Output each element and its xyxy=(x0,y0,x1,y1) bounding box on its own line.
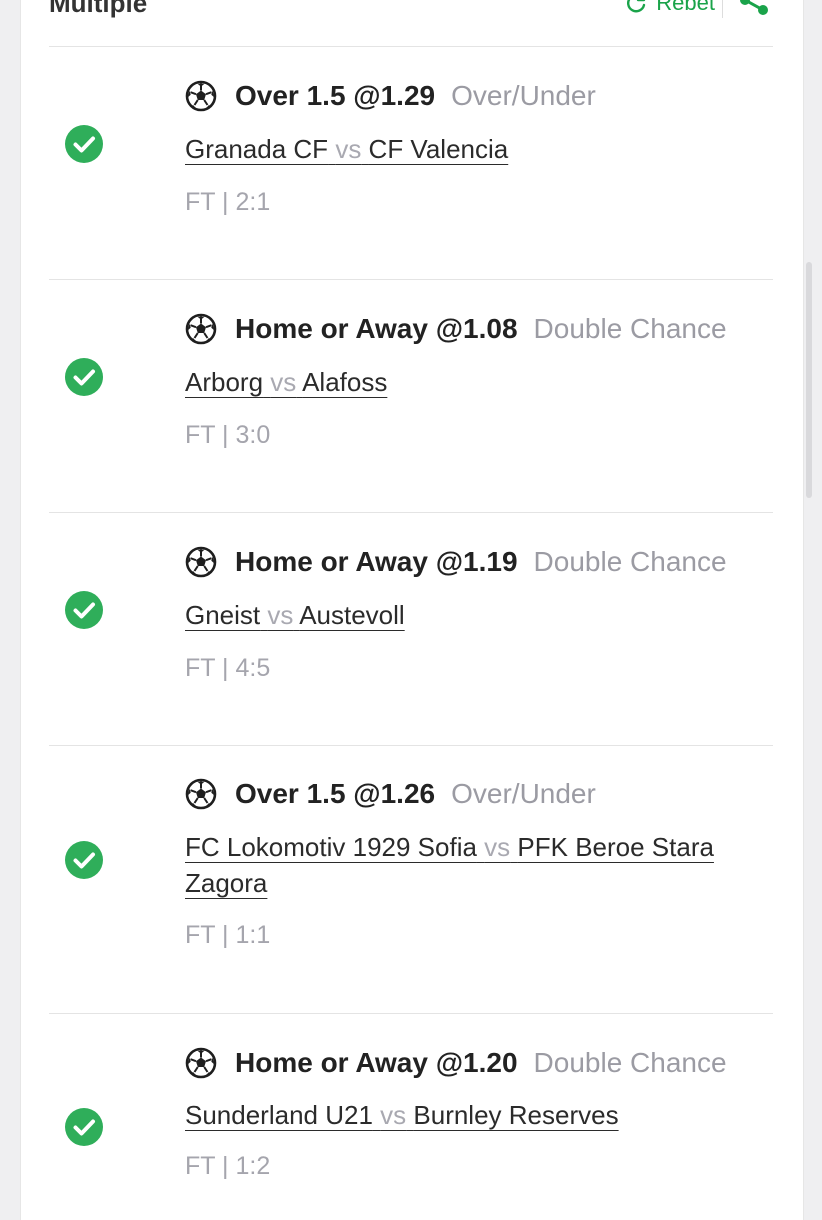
home-team: Arborg xyxy=(185,367,264,397)
bet-item: Over 1.5 @1.29 Over/Under Granada CF vs … xyxy=(49,46,773,280)
check-icon xyxy=(65,358,103,396)
market-type: Double Chance xyxy=(533,546,727,577)
bet-selection-line: Over 1.5 @1.26 Over/Under xyxy=(185,774,596,814)
match-link[interactable]: Arborg vs Alafoss xyxy=(185,364,745,400)
match-result: FT | 1:2 xyxy=(185,1152,271,1180)
match-link[interactable]: Granada CF vs CF Valencia xyxy=(185,131,745,167)
bet-slip-header: Multiple Rebet xyxy=(49,0,773,47)
market-type: Over/Under xyxy=(451,80,596,111)
away-team: Austevoll xyxy=(299,600,405,630)
rebet-label: Rebet xyxy=(656,0,715,15)
match-result: FT | 3:0 xyxy=(185,421,271,449)
match-link[interactable]: FC Lokomotiv 1929 Sofia vs PFK Beroe Sta… xyxy=(185,829,745,901)
share-button[interactable] xyxy=(737,0,771,20)
match-result: FT | 4:5 xyxy=(185,654,271,682)
home-team: Sunderland U21 xyxy=(185,1100,373,1130)
vs-separator: vs xyxy=(270,367,297,397)
soccer-ball-icon xyxy=(185,546,217,578)
bet-selection-line: Home or Away @1.20 Double Chance xyxy=(185,1043,727,1083)
check-icon xyxy=(65,1108,103,1146)
header-divider xyxy=(722,0,723,18)
bet-selection-line: Over 1.5 @1.29 Over/Under xyxy=(185,76,596,116)
bet-item: Over 1.5 @1.26 Over/Under FC Lokomotiv 1… xyxy=(49,746,773,1014)
market-type: Over/Under xyxy=(451,778,596,809)
home-team: FC Lokomotiv 1929 Sofia xyxy=(185,832,477,862)
check-icon xyxy=(65,841,103,879)
refresh-icon xyxy=(627,0,646,13)
match-link[interactable]: Sunderland U21 vs Burnley Reserves xyxy=(185,1097,745,1133)
rebet-button[interactable]: Rebet xyxy=(624,0,715,16)
market-type: Double Chance xyxy=(533,313,727,344)
vs-separator: vs xyxy=(267,600,294,630)
vs-separator: vs xyxy=(380,1100,407,1130)
check-icon xyxy=(65,125,103,163)
selection-odds: Home or Away @1.08 xyxy=(235,313,518,344)
bet-item: Home or Away @1.20 Double Chance Sunderl… xyxy=(49,1014,773,1220)
match-link[interactable]: Gneist vs Austevoll xyxy=(185,597,745,633)
soccer-ball-icon xyxy=(185,778,217,810)
match-result: FT | 2:1 xyxy=(185,188,271,216)
bet-selection-line: Home or Away @1.19 Double Chance xyxy=(185,542,727,582)
vs-separator: vs xyxy=(335,134,362,164)
home-team: Gneist xyxy=(185,600,261,630)
soccer-ball-icon xyxy=(185,313,217,345)
home-team: Granada CF xyxy=(185,134,329,164)
selection-odds: Home or Away @1.20 xyxy=(235,1047,518,1078)
bet-slip-card: Multiple Rebet Over 1.5 @1.29 Over/Under… xyxy=(20,0,804,1220)
soccer-ball-icon xyxy=(185,80,217,112)
bet-selection-line: Home or Away @1.08 Double Chance xyxy=(185,309,727,349)
soccer-ball-icon xyxy=(185,1047,217,1079)
away-team: Alafoss xyxy=(302,367,388,397)
scrollbar[interactable] xyxy=(806,262,812,498)
selection-odds: Over 1.5 @1.26 xyxy=(235,778,436,809)
share-icon xyxy=(740,0,768,15)
away-team: Burnley Reserves xyxy=(413,1100,619,1130)
selection-odds: Home or Away @1.19 xyxy=(235,546,518,577)
bet-type-title: Multiple xyxy=(49,0,148,18)
match-result: FT | 1:1 xyxy=(185,921,271,949)
bet-item: Home or Away @1.19 Double Chance Gneist … xyxy=(49,513,773,746)
bet-item: Home or Away @1.08 Double Chance Arborg … xyxy=(49,280,773,513)
selection-odds: Over 1.5 @1.29 xyxy=(235,80,436,111)
market-type: Double Chance xyxy=(533,1047,727,1078)
vs-separator: vs xyxy=(484,832,511,862)
check-icon xyxy=(65,591,103,629)
away-team: CF Valencia xyxy=(368,134,509,164)
